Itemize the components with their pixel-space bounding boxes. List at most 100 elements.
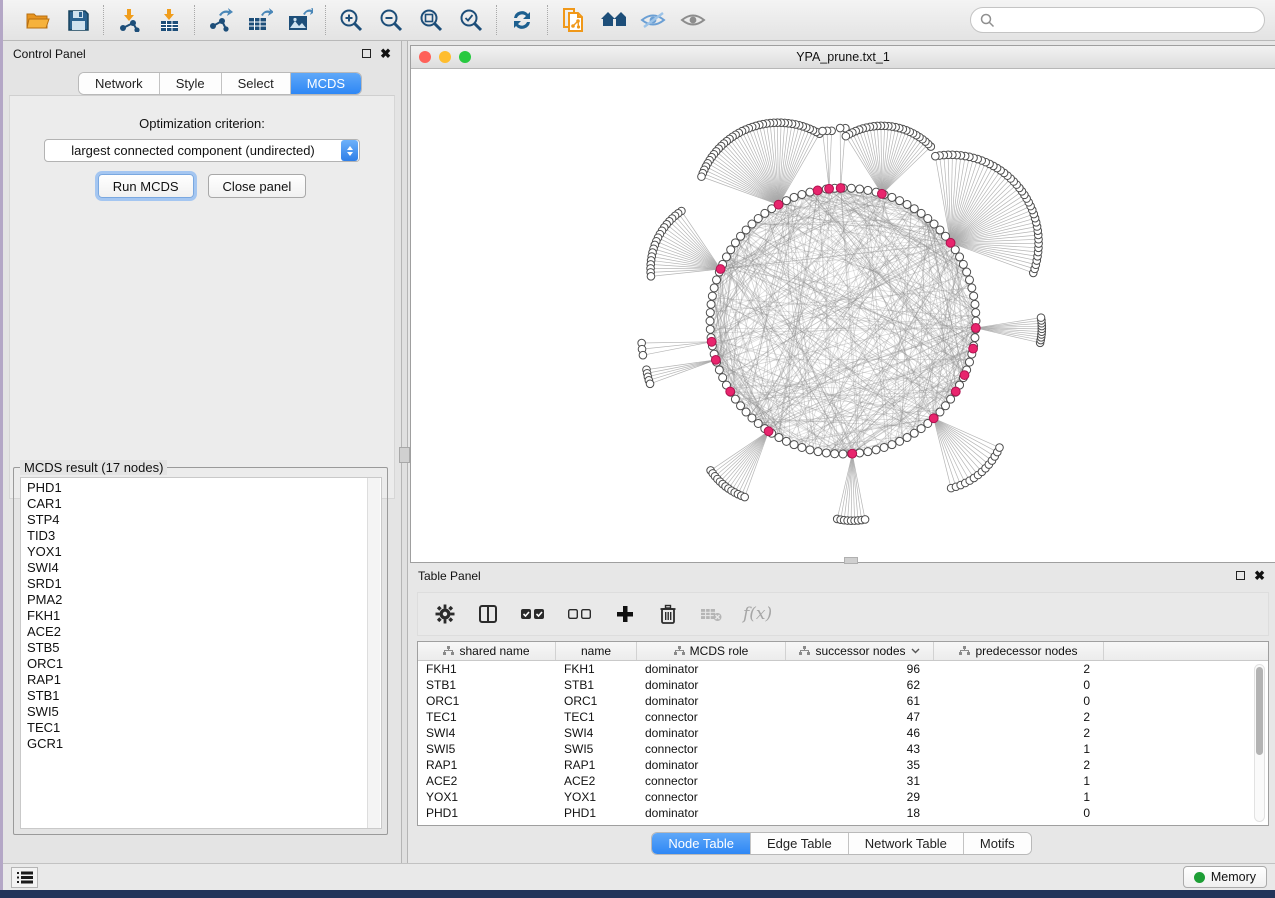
duplicate-network-icon[interactable] — [560, 7, 586, 33]
open-file-icon[interactable] — [25, 7, 51, 33]
column-header-predecessor-nodes[interactable]: predecessor nodes — [934, 642, 1104, 660]
table-row[interactable]: ACE2ACE2connector311 — [418, 773, 1268, 789]
show-all-icon[interactable] — [680, 7, 706, 33]
mcds-node-item[interactable]: FKH1 — [27, 608, 381, 624]
column-layout-icon[interactable] — [477, 603, 499, 625]
mcds-node-item[interactable]: ACE2 — [27, 624, 381, 640]
tab-style[interactable]: Style — [160, 73, 222, 94]
first-neighbors-icon[interactable] — [600, 7, 626, 33]
mcds-node-item[interactable]: SRD1 — [27, 576, 381, 592]
export-network-icon[interactable] — [207, 7, 233, 33]
tab-mcds[interactable]: MCDS — [291, 73, 361, 94]
mcds-node-item[interactable]: SWI4 — [27, 560, 381, 576]
zoom-out-icon[interactable] — [378, 7, 404, 33]
column-header-shared-name[interactable]: shared name — [418, 642, 556, 660]
refresh-icon[interactable] — [509, 7, 535, 33]
tab-network[interactable]: Network — [79, 73, 160, 94]
table-cell: SWI4 — [418, 726, 556, 740]
mcds-node-item[interactable]: PHD1 — [27, 480, 381, 496]
mcds-node-item[interactable]: PMA2 — [27, 592, 381, 608]
column-header-MCDS-role[interactable]: MCDS role — [637, 642, 786, 660]
table-cell: SWI4 — [556, 726, 637, 740]
horizontal-splitter-handle[interactable] — [844, 557, 858, 564]
table-row[interactable]: SWI5SWI5connector431 — [418, 741, 1268, 757]
export-image-icon[interactable] — [287, 7, 313, 33]
zoom-fit-icon[interactable] — [418, 7, 444, 33]
network-canvas[interactable] — [411, 69, 1275, 562]
mcds-node-item[interactable]: GCR1 — [27, 736, 381, 752]
column-header-successor-nodes[interactable]: successor nodes — [786, 642, 934, 660]
table-scrollbar[interactable] — [1254, 664, 1265, 822]
mcds-node-item[interactable]: TID3 — [27, 528, 381, 544]
column-type-icon — [674, 646, 685, 656]
tab-select[interactable]: Select — [222, 73, 291, 94]
tab-edge-table[interactable]: Edge Table — [751, 833, 849, 854]
export-table-icon[interactable] — [247, 7, 273, 33]
tab-network-table[interactable]: Network Table — [849, 833, 964, 854]
mcds-node-item[interactable]: STB5 — [27, 640, 381, 656]
dropdown-stepper-icon — [341, 140, 358, 161]
select-all-icon[interactable] — [520, 603, 546, 625]
mcds-result-list[interactable]: PHD1CAR1STP4TID3YOX1SWI4SRD1PMA2FKH1ACE2… — [20, 477, 382, 829]
task-history-button[interactable] — [11, 867, 38, 888]
float-panel-icon[interactable] — [362, 49, 371, 58]
zoom-in-icon[interactable] — [338, 7, 364, 33]
table-row[interactable]: TEC1TEC1connector472 — [418, 709, 1268, 725]
table-row[interactable]: YOX1YOX1connector291 — [418, 789, 1268, 805]
table-row[interactable]: FKH1FKH1dominator962 — [418, 661, 1268, 677]
table-cell: 47 — [786, 710, 934, 724]
vertical-splitter[interactable] — [401, 41, 408, 863]
memory-status-icon — [1194, 872, 1205, 883]
criterion-dropdown[interactable]: largest connected component (undirected) — [44, 139, 360, 162]
import-table-icon[interactable] — [156, 7, 182, 33]
delete-column-icon[interactable] — [657, 603, 679, 625]
network-titlebar[interactable]: YPA_prune.txt_1 — [411, 46, 1275, 69]
mcds-node-item[interactable]: RAP1 — [27, 672, 381, 688]
mcds-node-item[interactable]: STB1 — [27, 688, 381, 704]
column-type-icon — [799, 646, 810, 656]
table-scrollbar-thumb[interactable] — [1256, 667, 1263, 755]
close-panel-icon[interactable]: ✖ — [380, 49, 391, 58]
table-cell: dominator — [637, 662, 786, 676]
table-cell: 0 — [934, 806, 1104, 820]
tab-node-table[interactable]: Node Table — [652, 833, 751, 854]
close-panel-button[interactable]: Close panel — [208, 174, 307, 198]
save-session-icon[interactable] — [65, 7, 91, 33]
float-table-panel-icon[interactable] — [1236, 571, 1245, 580]
mcds-node-item[interactable]: ORC1 — [27, 656, 381, 672]
table-cell: YOX1 — [418, 790, 556, 804]
table-row[interactable]: RAP1RAP1dominator352 — [418, 757, 1268, 773]
search-input[interactable] — [970, 7, 1265, 33]
mcds-node-item[interactable]: CAR1 — [27, 496, 381, 512]
table-cell: 61 — [786, 694, 934, 708]
mcds-node-item[interactable]: STP4 — [27, 512, 381, 528]
table-row[interactable]: ORC1ORC1dominator610 — [418, 693, 1268, 709]
hide-selected-icon[interactable] — [640, 7, 666, 33]
table-row[interactable]: STB1STB1dominator620 — [418, 677, 1268, 693]
memory-button[interactable]: Memory — [1183, 866, 1267, 888]
list-icon — [17, 871, 33, 884]
table-cell: YOX1 — [556, 790, 637, 804]
table-cell: ACE2 — [418, 774, 556, 788]
zoom-selected-icon[interactable] — [458, 7, 484, 33]
table-row[interactable]: SWI4SWI4dominator462 — [418, 725, 1268, 741]
mcds-node-item[interactable]: SWI5 — [27, 704, 381, 720]
splitter-handle[interactable] — [399, 447, 410, 463]
table-cell: STB1 — [418, 678, 556, 692]
mcds-node-item[interactable]: TEC1 — [27, 720, 381, 736]
table-cell: dominator — [637, 726, 786, 740]
table-row[interactable]: PHD1PHD1dominator180 — [418, 805, 1268, 821]
close-table-panel-icon[interactable]: ✖ — [1254, 571, 1265, 580]
add-column-icon[interactable] — [614, 603, 636, 625]
settings-gear-icon[interactable] — [434, 603, 456, 625]
run-mcds-button[interactable]: Run MCDS — [98, 174, 194, 198]
function-builder-icon: f(x) — [743, 604, 772, 624]
mcds-list-scrollbar[interactable] — [367, 478, 380, 828]
import-network-icon[interactable] — [116, 7, 142, 33]
table-toolbar: f(x) — [417, 592, 1269, 636]
tab-motifs[interactable]: Motifs — [964, 833, 1031, 854]
deselect-all-icon[interactable] — [567, 603, 593, 625]
mcds-node-item[interactable]: YOX1 — [27, 544, 381, 560]
optimization-criterion-label: Optimization criterion: — [10, 116, 394, 131]
column-header-name[interactable]: name — [556, 642, 637, 660]
